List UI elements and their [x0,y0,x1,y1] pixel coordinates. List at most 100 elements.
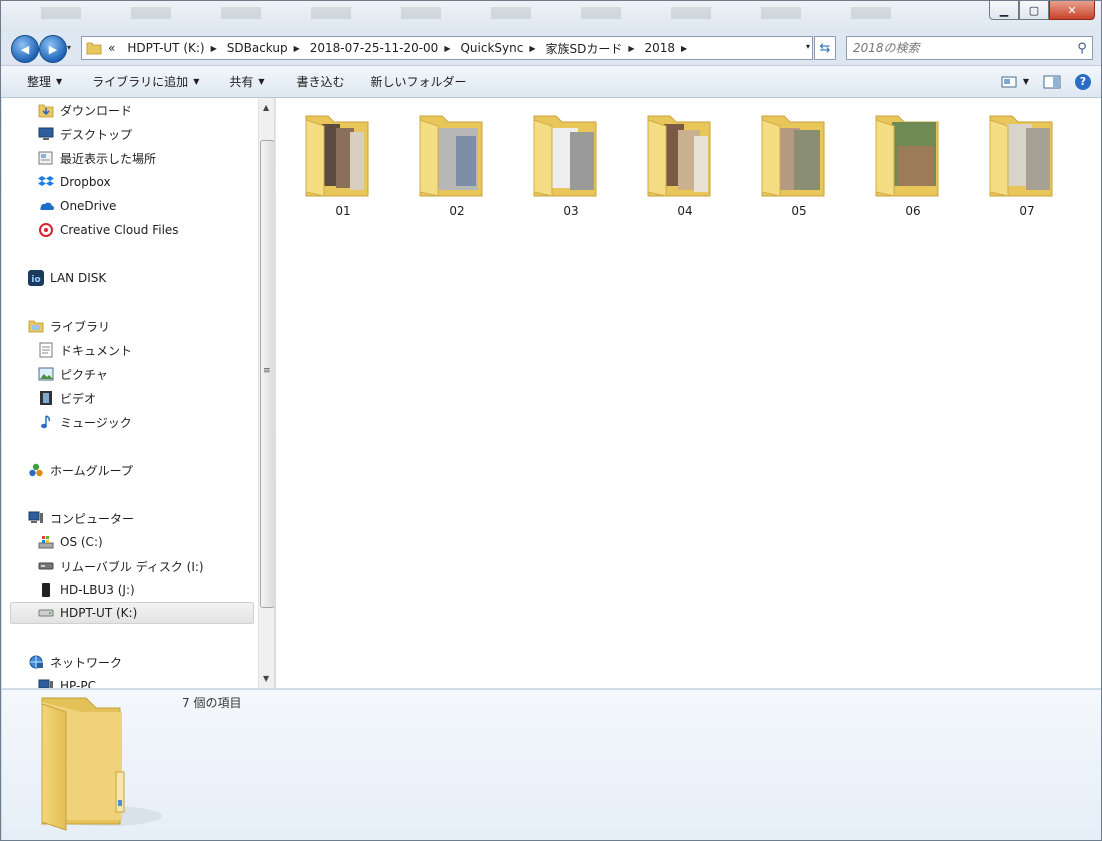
folder-with-photos-icon [875,115,939,197]
share-button[interactable]: 共有 ▼ [211,66,276,97]
history-dropdown-button[interactable]: ▾ [67,43,71,52]
folder-item[interactable]: 02 [390,106,490,221]
navigation-row: ◀ ▶ ▾ « HDPT-UT (K:) ▶ SDBackup ▶ 2018-07-… [1,33,1101,63]
nav-item-videos[interactable]: ビデオ [38,387,96,409]
forward-arrow-icon: ▶ [48,42,58,56]
removable-disk-icon [38,558,54,574]
chevron-right-icon[interactable]: ▶ [527,44,537,53]
nav-item-drive-i[interactable]: リムーバブル ディスク (I:) [38,555,204,577]
crumb-label: 家族SDカード [545,41,623,56]
folder-item[interactable]: 07 [960,106,1060,221]
nav-item-libraries[interactable]: ライブラリ [28,315,110,337]
chevron-right-icon[interactable]: ▶ [292,44,302,53]
file-list[interactable]: 01 02 03 04 05 06 07 [276,98,1101,688]
breadcrumb-overflow[interactable]: « [102,37,121,59]
nav-item-music[interactable]: ミュージック [38,411,132,433]
nav-item-label: OneDrive [60,199,117,213]
dropdown-arrow-icon: ▼ [258,77,265,86]
network-icon [28,654,44,670]
onedrive-icon [38,198,54,214]
system-drive-icon [38,534,54,550]
chevron-right-icon[interactable]: ▶ [209,44,219,53]
maximize-button[interactable]: ▢ [1019,1,1049,20]
breadcrumb-date[interactable]: 2018-07-25-11-20-00 ▶ [304,37,455,59]
blurred-background [41,7,941,19]
nav-item-downloads[interactable]: ダウンロード [38,99,132,121]
folder-item[interactable]: 04 [618,106,718,221]
forward-button[interactable]: ▶ [39,35,67,63]
nav-item-label: ピクチャ [60,367,108,382]
nav-item-computer[interactable]: コンピューター [28,507,134,529]
nav-item-onedrive[interactable]: OneDrive [38,195,116,217]
back-button[interactable]: ◀ [11,35,39,63]
scroll-down-icon[interactable]: ▼ [263,674,269,683]
folder-with-photos-icon [305,115,369,197]
address-bar[interactable]: « HDPT-UT (K:) ▶ SDBackup ▶ 2018-07-25-11-… [81,36,813,60]
burn-button[interactable]: 書き込む [277,66,357,97]
libraries-icon [28,318,44,334]
nav-item-recent-places[interactable]: 最近表示した場所 [38,147,156,169]
desktop-icon [38,126,54,142]
search-input[interactable] [847,40,1072,56]
burn-label: 書き込む [296,75,345,89]
folder-item[interactable]: 05 [732,106,832,221]
nav-item-network[interactable]: ネットワーク [28,651,122,673]
nav-item-dropbox[interactable]: Dropbox [38,171,111,193]
nav-item-label: コンピューター [50,511,135,526]
refresh-button[interactable]: ⇆ [814,36,836,60]
nav-item-documents[interactable]: ドキュメント [38,339,132,361]
scroll-up-icon[interactable]: ▲ [263,103,269,112]
chevron-right-icon[interactable]: ▶ [626,44,636,53]
chevron-right-icon[interactable]: ▶ [442,44,452,53]
change-view-button[interactable]: ▼ [1001,76,1029,88]
homegroup-icon [28,462,44,478]
view-icon [1001,76,1017,87]
dropdown-arrow-icon: ▼ [56,77,63,86]
help-icon[interactable]: ? [1075,73,1091,90]
computer-icon [38,678,54,688]
new-folder-button[interactable]: 新しいフォルダー [357,66,479,97]
breadcrumb-family-sd[interactable]: 家族SDカード ▶ [539,37,638,59]
folder-item[interactable]: 01 [276,106,376,221]
nav-item-creative-cloud[interactable]: Creative Cloud Files [38,219,179,241]
search-icon[interactable]: ⚲ [1072,41,1092,56]
folder-with-photos-icon [989,115,1053,197]
nav-item-label: HDPT-UT (K:) [60,606,138,620]
nav-item-drive-k[interactable]: HDPT-UT (K:) [10,602,254,624]
add-to-library-button[interactable]: ライブラリに追加 ▼ [74,66,211,97]
nav-item-label: リムーバブル ディスク (I:) [60,559,204,574]
folder-icon [86,42,102,55]
folder-with-photos-icon [761,115,825,197]
address-dropdown-icon[interactable]: ▾ [806,42,810,51]
nav-item-drive-j[interactable]: HD-LBU3 (J:) [38,579,135,601]
nav-item-label: Creative Cloud Files [60,223,179,237]
large-folder-icon [41,697,162,831]
nav-item-homegroup[interactable]: ホームグループ [28,459,133,481]
nav-item-label: HD-LBU3 (J:) [60,583,135,597]
folder-with-photos-icon [419,115,483,197]
search-box[interactable]: ⚲ [846,36,1093,60]
breadcrumb-quicksync[interactable]: QuickSync ▶ [454,37,539,59]
add-to-library-label: ライブラリに追加 [92,75,189,89]
nav-item-drive-c[interactable]: OS (C:) [38,531,103,553]
minimize-button[interactable]: ▁ [989,1,1019,20]
breadcrumb-k-drive[interactable]: HDPT-UT (K:) ▶ [121,37,220,59]
nav-item-hp-pc[interactable]: HP-PC [38,675,96,688]
breadcrumb-2018[interactable]: 2018 ▶ [639,37,692,59]
organize-button[interactable]: 整理 ▼ [1,66,74,97]
folder-item[interactable]: 03 [504,106,604,221]
title-bar[interactable]: ▁ ▢ ✕ [1,1,1101,31]
breadcrumb-sdbackup[interactable]: SDBackup ▶ [221,37,304,59]
details-pane: 7 個の項目 [2,689,1101,840]
folder-item[interactable]: 06 [846,106,946,221]
folder-label: 07 [1019,204,1035,218]
nav-scrollbar[interactable]: ▲ ≡ ▼ [258,98,274,688]
chevron-right-icon[interactable]: ▶ [679,44,689,53]
nav-item-lan-disk[interactable]: io LAN DISK [28,267,106,289]
nav-item-pictures[interactable]: ピクチャ [38,363,108,385]
nav-item-label: ビデオ [60,391,97,406]
video-icon [38,390,54,406]
close-button[interactable]: ✕ [1049,1,1095,20]
nav-item-desktop[interactable]: デスクトップ [38,123,132,145]
preview-pane-icon[interactable] [1043,75,1061,89]
